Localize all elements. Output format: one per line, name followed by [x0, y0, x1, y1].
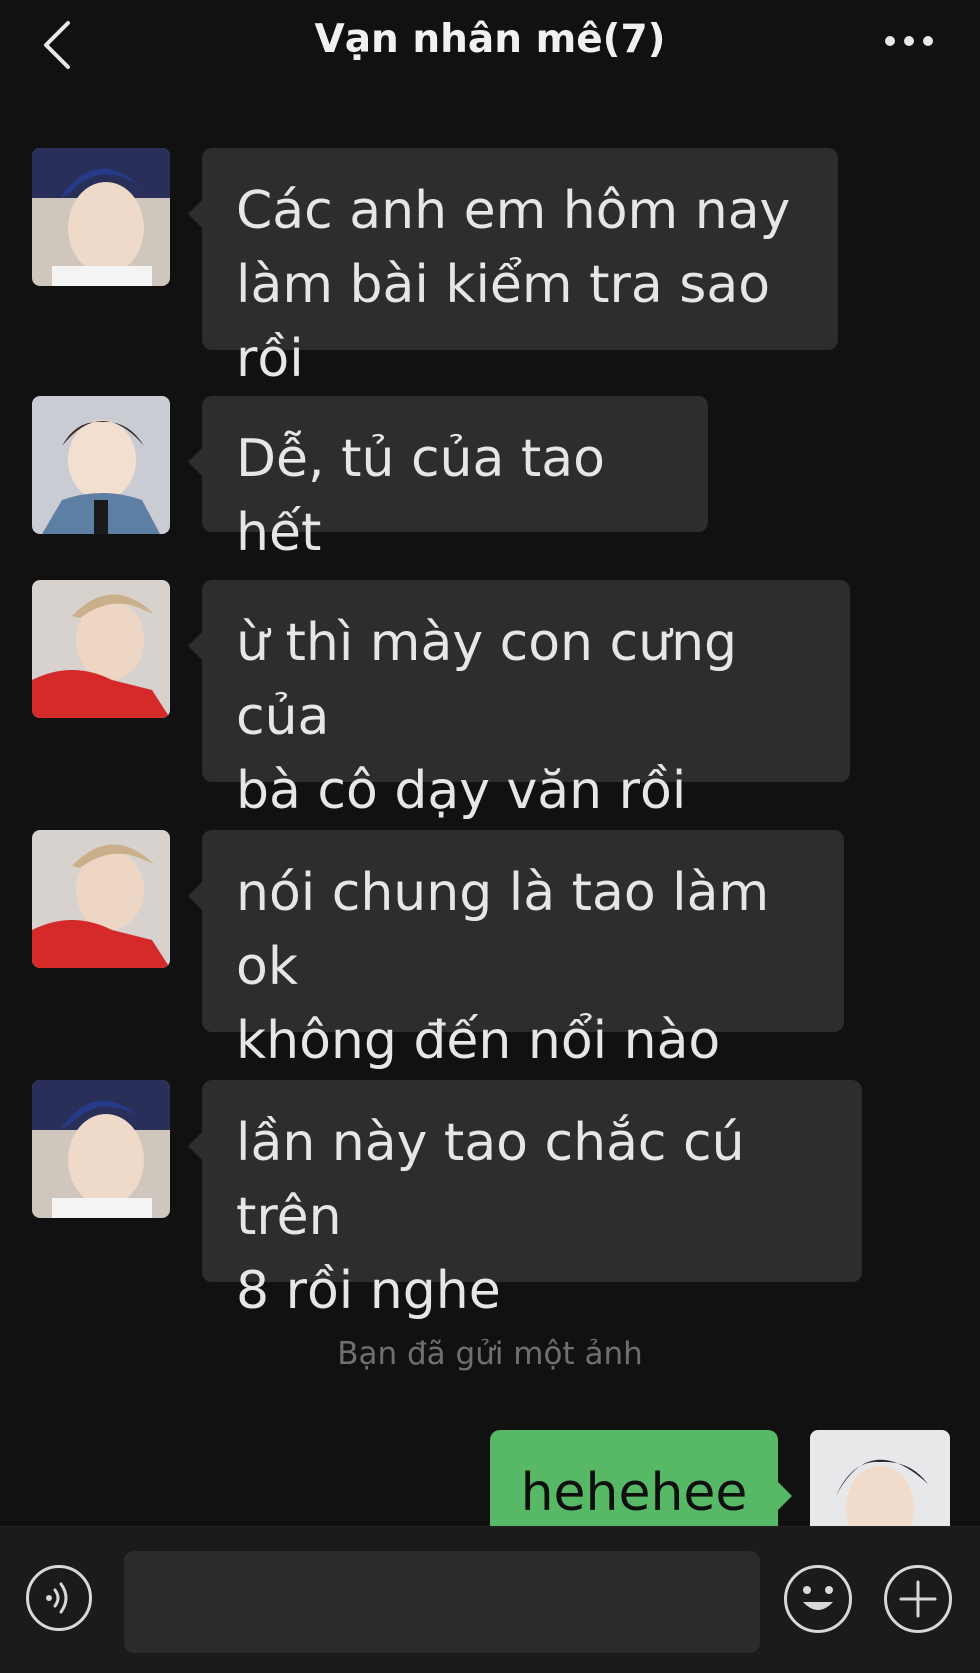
- chat-title: Vạn nhân mê(7): [314, 17, 666, 62]
- own-message-text: hehehee: [520, 1463, 748, 1523]
- message-bubble[interactable]: lần này tao chắc cú trên 8 rồi nghe: [188, 1080, 862, 1321]
- avatar[interactable]: [32, 580, 170, 718]
- avatar[interactable]: [32, 830, 170, 968]
- voice-button[interactable]: [26, 1565, 92, 1631]
- avatar[interactable]: [32, 396, 170, 534]
- message-text-line: nói chung là tao làm ok: [236, 863, 770, 997]
- avatar[interactable]: [32, 148, 170, 286]
- plus-button[interactable]: [884, 1565, 952, 1633]
- message-input[interactable]: [124, 1551, 760, 1653]
- message-text-line: không đến nổi nào: [236, 1011, 721, 1071]
- avatar[interactable]: [32, 1080, 170, 1218]
- message-bubble[interactable]: Các anh em hôm nay làm bài kiểm tra sao …: [188, 148, 838, 389]
- message-bubble[interactable]: ừ thì mày con cưng của bà cô dạy văn rồi: [188, 580, 850, 821]
- more-button[interactable]: [874, 16, 944, 66]
- emoji-icon: [803, 1586, 833, 1610]
- plus-icon: [899, 1580, 937, 1618]
- voice-icon: [46, 1582, 68, 1614]
- own-message-bubble[interactable]: hehehee: [490, 1430, 792, 1526]
- message-list[interactable]: Các anh em hôm nay làm bài kiểm tra sao …: [0, 96, 980, 1526]
- message-text-line: bà cô dạy văn rồi: [236, 761, 687, 821]
- emoji-button[interactable]: [784, 1565, 852, 1633]
- own-avatar[interactable]: [810, 1430, 950, 1526]
- composer-bar: [0, 1526, 980, 1673]
- system-notice: Bạn đã gửi một ảnh: [337, 1336, 643, 1372]
- message-text-line: 8 rồi nghe: [236, 1261, 501, 1321]
- message-text-line: ừ thì mày con cưng của: [236, 613, 738, 747]
- message-text-line: làm bài kiểm tra sao rồi: [236, 255, 771, 389]
- message-text-line: lần này tao chắc cú trên: [236, 1113, 745, 1247]
- message-text-line: Dễ, tủ của tao hết: [236, 429, 605, 563]
- message-text-line: Các anh em hôm nay: [236, 181, 791, 241]
- message-bubble[interactable]: Dễ, tủ của tao hết: [188, 396, 708, 563]
- ellipsis-icon: [885, 36, 933, 46]
- chat-header: Vạn nhân mê(7): [0, 0, 980, 96]
- message-bubble[interactable]: nói chung là tao làm ok không đến nổi nà…: [188, 830, 844, 1071]
